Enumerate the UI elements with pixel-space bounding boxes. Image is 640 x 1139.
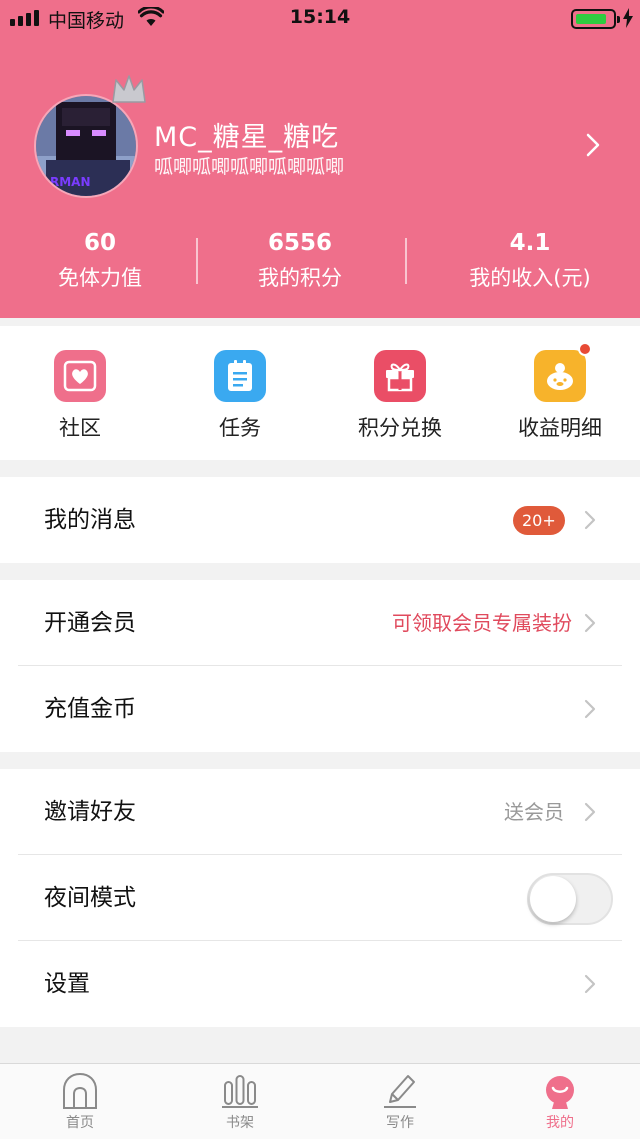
community-heart-icon — [54, 350, 106, 402]
quick-action-community[interactable]: 社区 — [0, 350, 160, 442]
menu-label: 充值金币 — [44, 696, 136, 722]
section-messages: 我的消息 20+ — [0, 477, 640, 563]
task-list-icon — [214, 350, 266, 402]
user-nickname: MC_糖星_糖吃 — [154, 122, 340, 153]
quick-action-earnings[interactable]: 收益明细 — [480, 342, 640, 442]
chevron-right-icon — [584, 613, 596, 633]
section-general: 邀请好友 送会员 夜间模式 设置 — [0, 769, 640, 1027]
status-time: 15:14 — [289, 6, 351, 28]
chevron-right-icon — [584, 974, 596, 994]
tab-home[interactable]: 首页 — [0, 1072, 160, 1132]
quick-action-redeem[interactable]: 积分兑换 — [320, 350, 480, 442]
menu-label: 邀请好友 — [44, 799, 136, 825]
stat-value: 6556 — [267, 230, 332, 256]
tab-label: 首页 — [66, 1115, 94, 1131]
gift-icon — [374, 350, 426, 402]
toggle-knob — [530, 876, 576, 922]
battery-charging-icon — [571, 9, 620, 29]
bottom-tab-bar: 首页 书架 写作 我的 — [0, 1063, 640, 1139]
quick-action-label: 任务 — [219, 416, 261, 440]
stat-label: 我的积分 — [258, 266, 342, 290]
menu-row-vip[interactable]: 开通会员 可领取会员专属装扮 — [0, 580, 640, 666]
user-bio: 呱唧呱唧呱唧呱唧呱唧 — [154, 156, 345, 178]
tab-label: 我的 — [546, 1115, 574, 1131]
stat-points[interactable]: 6556 我的积分 — [200, 230, 400, 292]
stat-divider — [405, 238, 407, 284]
quick-action-tasks[interactable]: 任务 — [160, 350, 320, 442]
status-bar: 中国移动 15:14 — [0, 0, 640, 36]
quick-action-label: 收益明细 — [518, 416, 602, 440]
invite-hint: 送会员 — [504, 800, 564, 824]
chevron-right-icon[interactable] — [585, 132, 601, 158]
menu-row-night-mode: 夜间模式 — [0, 855, 640, 941]
tab-label: 写作 — [386, 1115, 414, 1131]
stat-stamina[interactable]: 60 免体力值 — [0, 230, 200, 292]
stat-value: 4.1 — [509, 230, 551, 256]
pen-icon — [384, 1075, 416, 1108]
crown-icon — [112, 75, 146, 103]
menu-label: 设置 — [44, 971, 90, 997]
vip-hint: 可领取会员专属装扮 — [392, 611, 572, 635]
chevron-right-icon — [584, 802, 596, 822]
chevron-right-icon — [584, 510, 596, 530]
quick-action-label: 社区 — [59, 416, 101, 440]
chevron-right-icon — [584, 699, 596, 719]
tab-write[interactable]: 写作 — [320, 1072, 480, 1132]
avatar-container[interactable]: RMAN — [34, 75, 146, 198]
charging-bolt-icon — [623, 8, 633, 28]
section-membership: 开通会员 可领取会员专属装扮 充值金币 — [0, 580, 640, 752]
menu-row-recharge[interactable]: 充值金币 — [0, 666, 640, 752]
menu-row-messages[interactable]: 我的消息 20+ — [0, 477, 640, 563]
stat-label: 我的收入(元) — [469, 266, 591, 290]
notification-dot — [578, 342, 592, 356]
quick-actions: 社区 任务 积分兑换 收益明细 — [0, 326, 640, 460]
night-mode-toggle[interactable] — [527, 873, 613, 925]
stat-income[interactable]: 4.1 我的收入(元) — [430, 230, 630, 292]
profile-header: 中国移动 15:14 RMAN MC_糖星_糖吃 呱唧呱唧呱唧呱唧呱唧 60 免… — [0, 0, 640, 318]
avatar[interactable]: RMAN — [34, 94, 138, 198]
piggy-bank-icon — [534, 342, 592, 402]
quick-action-label: 积分兑换 — [358, 416, 442, 440]
stat-label: 免体力值 — [58, 266, 142, 290]
menu-label: 开通会员 — [44, 610, 136, 636]
home-icon — [63, 1072, 97, 1109]
profile-icon — [546, 1076, 574, 1109]
menu-row-settings[interactable]: 设置 — [0, 941, 640, 1027]
tab-me[interactable]: 我的 — [480, 1072, 640, 1132]
bookshelf-icon — [222, 1075, 258, 1108]
menu-label: 我的消息 — [44, 507, 136, 533]
tab-bookshelf[interactable]: 书架 — [160, 1072, 320, 1132]
menu-label: 夜间模式 — [44, 885, 136, 911]
stat-divider — [196, 238, 198, 284]
svg-text:RMAN: RMAN — [50, 175, 91, 189]
unread-badge: 20+ — [513, 506, 565, 535]
menu-row-invite[interactable]: 邀请好友 送会员 — [0, 769, 640, 855]
stat-value: 60 — [83, 230, 116, 256]
tab-label: 书架 — [226, 1115, 254, 1131]
